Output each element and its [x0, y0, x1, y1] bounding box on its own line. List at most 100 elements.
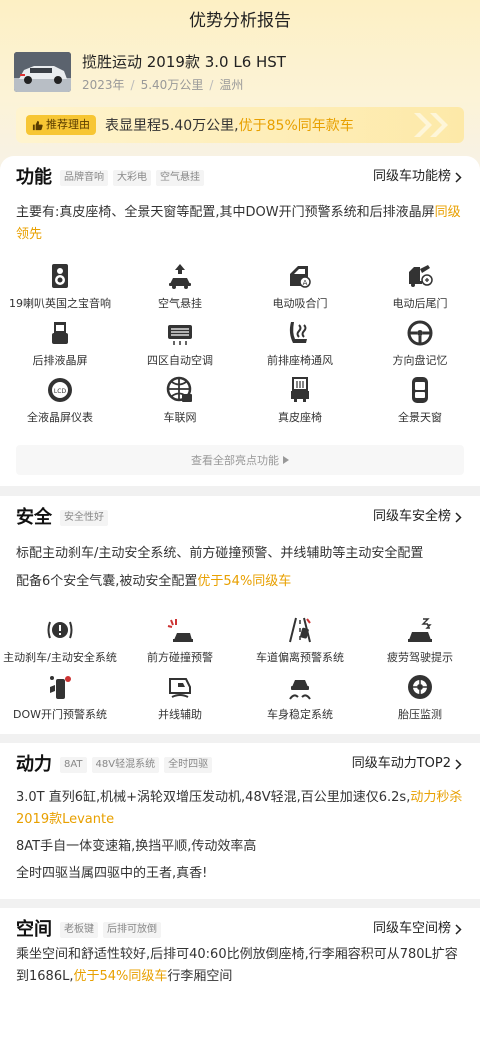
chevron-right-icon	[455, 171, 462, 183]
feature-label: DOW开门预警系统	[12, 708, 107, 721]
feature-label: 全液晶屏仪表	[27, 411, 93, 424]
car-mileage: 5.40万公里	[140, 78, 204, 92]
function-rank-label: 同级车功能榜	[372, 169, 451, 184]
feature-item[interactable]: 真皮座椅	[240, 376, 360, 433]
feature-label: 车道偏离预警系统	[256, 651, 344, 664]
feature-item[interactable]: DOW开门预警系统	[0, 673, 120, 730]
thumbs-up-icon	[32, 120, 43, 130]
feature-item[interactable]: 19喇叭英国之宝音响	[0, 262, 120, 319]
feature-item[interactable]: 并线辅助	[120, 673, 240, 730]
feature-label: 19喇叭英国之宝音响	[9, 297, 111, 310]
space-rank-label: 同级车空间榜	[372, 921, 451, 936]
panoramic-sunroof-icon	[412, 377, 428, 403]
feature-item[interactable]: 前方碰撞预警	[120, 616, 240, 673]
feature-label: 全景天窗	[398, 411, 442, 424]
feature-label: 空气悬挂	[158, 297, 202, 310]
feature-item[interactable]: 全景天窗	[360, 376, 480, 433]
rear-screen-icon	[52, 322, 68, 344]
chevron-decoration-icon	[414, 113, 448, 137]
door-open-warning-icon	[50, 676, 71, 699]
feature-label: 主动刹车/主动安全系统	[3, 651, 117, 664]
feature-item[interactable]: 胎压监测	[360, 673, 480, 730]
safety-title: 安全	[16, 507, 52, 528]
function-desc-plain: 主要有:真皮座椅、全景天窗等配置,其中DOW开门预警系统和后排液晶屏	[16, 205, 435, 220]
feature-item[interactable]: 空气悬挂	[120, 262, 240, 319]
power-description: 3.0T 直列6缸,机械+涡轮双增压发动机,48V轻混,百公里加速仅6.2s,动…	[16, 787, 466, 885]
lcd-dashboard-icon: LCD	[48, 378, 72, 402]
safety-header: 安全 安全性好	[16, 506, 108, 530]
climate-control-icon	[168, 325, 192, 345]
safety-description: 标配主动刹车/主动安全系统、前方碰撞预警、并线辅助等主动安全配置 配备6个安全气…	[16, 540, 466, 596]
feature-label: 电动后尾门	[392, 297, 448, 310]
power-desc-line1: 3.0T 直列6缸,机械+涡轮双增压发动机,48V轻混,百公里加速仅6.2s,动…	[16, 787, 466, 831]
safety-desc-line2: 配备6个安全气囊,被动安全配置优于54%同级车	[16, 568, 466, 596]
feature-label: 前排座椅通风	[267, 354, 333, 367]
space-description: 乘坐空间和舒适性较好,后排可40:60比例放倒座椅,行李厢容积可从780L扩容到…	[16, 944, 466, 988]
feature-item[interactable]: 四区自动空调	[120, 319, 240, 376]
safety-desc-highlight: 优于54%同级车	[197, 574, 292, 589]
feature-item[interactable]: 方向盘记忆	[360, 319, 480, 376]
air-suspension-icon	[169, 264, 191, 289]
space-desc-tail: 行李厢空间	[167, 969, 233, 984]
fatigue-alert-icon	[408, 618, 432, 642]
car-thumbnail[interactable]	[14, 52, 71, 92]
feature-item[interactable]: 主动刹车/主动安全系统	[0, 616, 120, 673]
feature-label: 电动吸合门	[272, 297, 328, 310]
safety-card: 安全 安全性好 同级车安全榜 标配主动刹车/主动安全系统、前方碰撞预警、并线辅助…	[0, 496, 480, 734]
power-desc-plain: 3.0T 直列6缸,机械+涡轮双增压发动机,48V轻混,百公里加速仅6.2s,	[16, 790, 411, 805]
feature-label: 车身稳定系统	[267, 708, 333, 721]
feature-item[interactable]: 电动后尾门	[360, 262, 480, 319]
power-tag: 8AT	[60, 757, 87, 773]
seat-ventilation-icon	[289, 322, 307, 343]
function-tag: 品牌音响	[60, 170, 108, 186]
tire-pressure-icon	[408, 675, 432, 699]
power-tag: 全时四驱	[164, 757, 213, 773]
stability-control-icon	[289, 680, 311, 700]
feature-label: 后排液晶屏	[32, 354, 88, 367]
auto-brake-icon	[47, 621, 73, 639]
feature-item[interactable]: 前排座椅通风	[240, 319, 360, 376]
space-desc-highlight: 优于54%同级车	[73, 969, 168, 984]
power-tailgate-icon	[409, 265, 433, 287]
car-title: 揽胜运动 2019款 3.0 L6 HST	[82, 53, 286, 71]
connected-car-icon	[166, 376, 192, 402]
steering-memory-icon	[407, 320, 433, 346]
power-rank-link[interactable]: 同级车动力TOP2	[352, 755, 462, 773]
feature-item[interactable]: 疲劳驾驶提示	[360, 616, 480, 673]
power-rank-label: 同级车动力TOP2	[351, 756, 451, 771]
speaker-icon	[52, 264, 68, 288]
power-desc-line2: 8AT手自一体变速箱,换挡平顺,传动效率高	[16, 839, 257, 854]
safety-rank-link[interactable]: 同级车安全榜	[373, 508, 462, 526]
function-rank-link[interactable]: 同级车功能榜	[373, 168, 462, 186]
power-tag: 48V轻混系统	[91, 757, 160, 773]
feature-label: 前方碰撞预警	[147, 651, 213, 664]
space-header: 空间 老板键 后排可放倒	[16, 918, 161, 942]
function-tag: 大彩电	[113, 170, 151, 186]
car-city: 温州	[219, 78, 244, 92]
space-rank-link[interactable]: 同级车空间榜	[373, 920, 462, 938]
function-tag: 空气悬挂	[156, 170, 204, 186]
chevron-right-icon	[455, 758, 462, 770]
soft-close-door-icon: A	[290, 266, 311, 288]
feature-item[interactable]: 车联网	[120, 376, 240, 433]
safety-desc-line1: 标配主动刹车/主动安全系统、前方碰撞预警、并线辅助等主动安全配置	[16, 546, 424, 561]
feature-item[interactable]: 车身稳定系统	[240, 673, 360, 730]
recommend-badge-label: 推荐理由	[46, 118, 90, 131]
space-tag: 老板键	[60, 922, 98, 938]
feature-label: 方向盘记忆	[392, 354, 448, 367]
view-all-features-button[interactable]: 查看全部亮点功能	[16, 445, 464, 475]
chevron-right-icon	[455, 511, 462, 523]
view-all-features-label: 查看全部亮点功能	[191, 454, 279, 467]
feature-item[interactable]: 车道偏离预警系统	[240, 616, 360, 673]
feature-label: 胎压监测	[398, 708, 442, 721]
feature-item[interactable]: A 电动吸合门	[240, 262, 360, 319]
function-header: 功能 品牌音响 大彩电 空气悬挂	[16, 166, 204, 190]
recommend-text: 表显里程5.40万公里,优于85%同年款车	[105, 115, 354, 135]
blind-spot-icon	[169, 678, 191, 698]
function-title: 功能	[16, 167, 52, 188]
recommend-text-plain: 表显里程5.40万公里,	[105, 118, 239, 134]
power-card: 动力 8AT 48V轻混系统 全时四驱 同级车动力TOP2 3.0T 直列6缸,…	[0, 743, 480, 899]
feature-item[interactable]: LCD 全液晶屏仪表	[0, 376, 120, 433]
feature-item[interactable]: 后排液晶屏	[0, 319, 120, 376]
svg-text:A: A	[303, 279, 308, 287]
